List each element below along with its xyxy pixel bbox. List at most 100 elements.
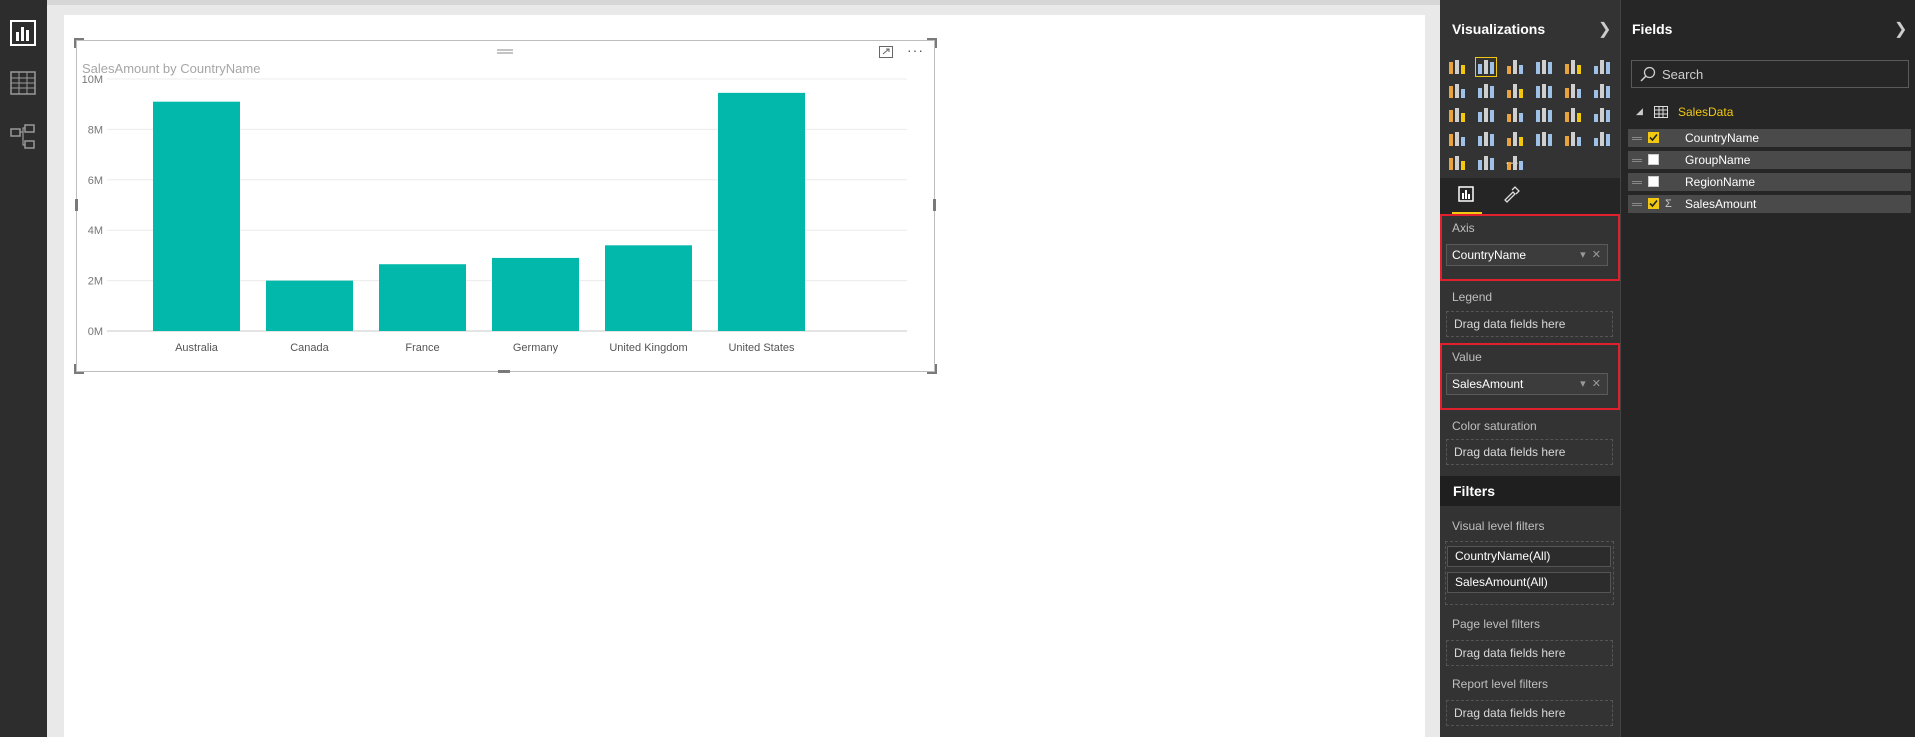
bar-united-states[interactable]: [718, 92, 805, 331]
filter-salesamount[interactable]: SalesAmount(All): [1447, 572, 1611, 593]
multirow-card-visual-icon[interactable]: [1563, 130, 1583, 148]
resize-handle-tr[interactable]: [927, 38, 937, 48]
axis-field-pill[interactable]: CountryName ▾ ✕: [1446, 244, 1608, 266]
sigma-icon: Σ: [1665, 198, 1672, 210]
resize-handle-br[interactable]: [927, 364, 937, 374]
field-item-groupname[interactable]: GroupName: [1628, 151, 1911, 169]
resize-handle-bottom[interactable]: [498, 370, 510, 373]
slicer-visual-icon[interactable]: [1476, 154, 1496, 172]
drag-grip-icon[interactable]: [1632, 137, 1642, 140]
remove-field-icon[interactable]: ✕: [1592, 249, 1601, 261]
field-checkbox[interactable]: [1648, 176, 1659, 187]
value-well-label: Value: [1452, 350, 1482, 364]
bar-germany[interactable]: [492, 257, 579, 331]
field-item-salesamount[interactable]: Σ SalesAmount: [1628, 195, 1911, 213]
pie-visual-icon[interactable]: [1505, 106, 1525, 124]
stacked-bar-visual-icon[interactable]: [1447, 58, 1467, 76]
collapse-visualizations-icon[interactable]: ❯: [1598, 19, 1611, 39]
fields-tab-icon[interactable]: [1452, 186, 1482, 214]
bar-canada[interactable]: [266, 280, 353, 331]
x-tick-label: United Kingdom: [609, 342, 687, 354]
ribbon-visual-icon[interactable]: [1592, 82, 1612, 100]
stacked-area-visual-icon[interactable]: [1505, 82, 1525, 100]
relationships-view-icon[interactable]: [8, 122, 38, 152]
collapse-fields-icon[interactable]: ❯: [1894, 19, 1907, 39]
report-level-drop-zone[interactable]: Drag data fields here: [1446, 700, 1613, 726]
filters-header: Filters: [1440, 476, 1621, 506]
field-checkbox[interactable]: [1648, 154, 1659, 165]
line-visual-icon[interactable]: [1447, 82, 1467, 100]
chevron-down-icon[interactable]: ▾: [1580, 249, 1586, 261]
area-visual-icon[interactable]: [1476, 82, 1496, 100]
funnel-visual-icon[interactable]: [1505, 130, 1525, 148]
clustered-column-visual-icon[interactable]: [1534, 58, 1554, 76]
matrix-visual-icon[interactable]: [1447, 130, 1467, 148]
page-level-drop-zone[interactable]: Drag data fields here: [1446, 640, 1613, 666]
y-tick-label: 10M: [82, 74, 103, 86]
filled-map-visual-icon[interactable]: [1476, 130, 1496, 148]
field-name: RegionName: [1685, 175, 1756, 189]
search-icon: [1640, 66, 1656, 85]
line-column-visual-icon[interactable]: [1534, 82, 1554, 100]
remove-field-icon[interactable]: ✕: [1592, 378, 1601, 390]
resize-handle-left[interactable]: [75, 199, 78, 211]
axis-well-label: Axis: [1452, 221, 1475, 235]
waterfall-visual-icon[interactable]: [1447, 106, 1467, 124]
field-checkbox[interactable]: [1648, 132, 1659, 143]
value-field-pill[interactable]: SalesAmount ▾ ✕: [1446, 373, 1608, 395]
line-clustered-column-visual-icon[interactable]: [1563, 82, 1583, 100]
field-item-countryname[interactable]: CountryName: [1628, 129, 1911, 147]
left-nav: [0, 0, 47, 737]
drag-grip-icon[interactable]: [497, 43, 513, 54]
legend-drop-zone[interactable]: Drag data fields here: [1446, 311, 1613, 337]
x-tick-label: Germany: [513, 342, 559, 354]
bar-australia[interactable]: [153, 101, 240, 332]
y-tick-label: 2M: [88, 276, 103, 288]
100pct-column-visual-icon[interactable]: [1592, 58, 1612, 76]
legend-well-label: Legend: [1452, 290, 1493, 304]
resize-handle-right[interactable]: [933, 199, 936, 211]
field-name: GroupName: [1685, 153, 1751, 167]
bar-france[interactable]: [379, 264, 466, 331]
chevron-down-icon[interactable]: ▾: [1580, 378, 1586, 390]
resize-handle-bl[interactable]: [74, 364, 84, 374]
drag-grip-icon[interactable]: [1632, 203, 1642, 206]
y-tick-label: 0M: [88, 326, 103, 338]
treemap-visual-icon[interactable]: [1534, 106, 1554, 124]
field-checkbox[interactable]: [1648, 198, 1659, 209]
drag-grip-icon[interactable]: [1632, 181, 1642, 184]
color-saturation-label: Color saturation: [1452, 419, 1537, 433]
x-tick-label: United States: [728, 342, 795, 354]
table-visual-icon[interactable]: [1592, 106, 1612, 124]
color-saturation-drop-zone[interactable]: Drag data fields here: [1446, 439, 1613, 465]
field-name: SalesAmount: [1685, 197, 1757, 211]
clustered-bar-visual-icon[interactable]: [1505, 58, 1525, 76]
axis-field-name: CountryName: [1452, 248, 1527, 262]
column-chart-visual[interactable]: ··· SalesAmount by CountryName 0M 2M 4M 6M 8…: [74, 38, 937, 374]
more-options-icon[interactable]: ···: [907, 43, 924, 61]
bar-united-kingdom[interactable]: [605, 245, 692, 331]
visual-level-filters-label: Visual level filters: [1452, 519, 1545, 533]
field-item-regionname[interactable]: RegionName: [1628, 173, 1911, 191]
table-name: SalesData: [1678, 105, 1734, 119]
gauge-visual-icon[interactable]: [1534, 130, 1554, 148]
drag-grip-icon[interactable]: [1632, 159, 1642, 162]
card-visual-icon[interactable]: [1592, 130, 1612, 148]
more-visuals-icon[interactable]: ···: [1505, 154, 1525, 172]
filter-countryname[interactable]: CountryName(All): [1447, 546, 1611, 567]
map-visual-icon[interactable]: [1563, 106, 1583, 124]
100pct-bar-visual-icon[interactable]: [1563, 58, 1583, 76]
report-view-icon[interactable]: [8, 18, 38, 48]
data-view-icon[interactable]: [8, 68, 38, 98]
table-icon: [1654, 105, 1668, 123]
focus-mode-icon[interactable]: [879, 45, 893, 61]
scatter-visual-icon[interactable]: [1476, 106, 1496, 124]
y-tick-label: 8M: [88, 124, 103, 136]
expand-triangle-icon[interactable]: ◢: [1636, 106, 1643, 117]
stacked-column-visual-icon[interactable]: [1475, 57, 1497, 77]
kpi-visual-icon[interactable]: [1447, 154, 1467, 172]
format-paint-roller-icon[interactable]: [1502, 186, 1520, 209]
fields-search-input[interactable]: Search: [1631, 60, 1909, 88]
resize-handle-tl[interactable]: [74, 38, 84, 48]
x-tick-label: Canada: [290, 342, 329, 354]
